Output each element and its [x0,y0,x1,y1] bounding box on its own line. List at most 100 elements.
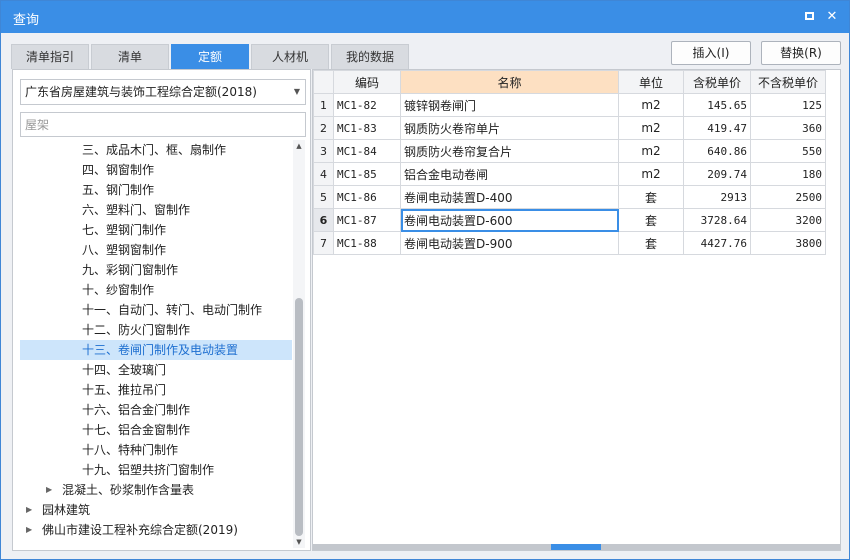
cell-notax-price[interactable]: 360 [750,116,826,140]
table-row[interactable]: 7 MC1-88 卷闸电动装置D-900 套 4427.76 3800 [313,231,826,255]
cell-name[interactable]: 钢质防火卷帘复合片 [400,139,619,163]
table-row[interactable]: 1 MC1-82 镀锌钢卷闸门 m2 145.65 125 [313,93,826,117]
row-index: 3 [313,139,334,163]
tree-scrollbar[interactable]: ▲ ▼ [293,140,305,548]
quota-tree: 三、成品木门、框、扇制作 四、钢窗制作 五、钢门制作 六、塑料门、窗制作 七、塑… [20,140,292,548]
tab-bill[interactable]: 清单 [91,44,169,69]
cell-unit[interactable]: m2 [618,162,684,186]
tree-item[interactable]: 十九、铝塑共挤门窗制作 [20,460,292,480]
row-index: 2 [313,116,334,140]
header-unit[interactable]: 单位 [618,70,684,94]
expand-arrow-icon[interactable]: ▶ [26,520,32,540]
title-bar: 查询 ✕ [1,1,849,33]
cell-code[interactable]: MC1-83 [333,116,401,140]
cell-tax-price[interactable]: 3728.64 [683,208,751,232]
search-input[interactable] [20,112,306,137]
cell-code[interactable]: MC1-88 [333,231,401,255]
cell-notax-price[interactable]: 180 [750,162,826,186]
cell-code[interactable]: MC1-85 [333,162,401,186]
quota-table-panel: 编码 名称 单位 含税单价 不含税单价 1 MC1-82 镀锌钢卷闸门 m2 1… [312,69,841,551]
header-tax-price[interactable]: 含税单价 [683,70,751,94]
expand-arrow-icon[interactable]: ▶ [46,480,52,500]
window-title: 查询 [13,13,40,28]
cell-name[interactable]: 卷闸电动装置D-400 [400,185,619,209]
tree-item[interactable]: 五、钢门制作 [20,180,292,200]
cell-notax-price[interactable]: 3200 [750,208,826,232]
tab-materials[interactable]: 人材机 [251,44,329,69]
tree-item[interactable]: 十五、推拉吊门 [20,380,292,400]
table-row[interactable]: 2 MC1-83 钢质防火卷帘单片 m2 419.47 360 [313,116,826,140]
cell-unit[interactable]: m2 [618,116,684,140]
cell-tax-price[interactable]: 640.86 [683,139,751,163]
row-index: 6 [313,208,334,232]
tree-item[interactable]: 十七、铝合金窗制作 [20,420,292,440]
scroll-up-icon[interactable]: ▲ [293,140,305,152]
quota-library-value: 广东省房屋建筑与装饰工程综合定额(2018) [25,85,257,99]
tree-item[interactable]: 十一、自动门、转门、电动门制作 [20,300,292,320]
cell-unit[interactable]: m2 [618,139,684,163]
maximize-icon[interactable] [800,8,818,26]
cell-code[interactable]: MC1-87 [333,208,401,232]
tree-item[interactable]: 十、纱窗制作 [20,280,292,300]
table-row[interactable]: 3 MC1-84 钢质防火卷帘复合片 m2 640.86 550 [313,139,826,163]
table-row-current[interactable]: 6 MC1-87 卷闸电动装置D-600 套 3728.64 3200 [313,208,826,232]
tree-item-selected[interactable]: 十三、卷闸门制作及电动装置 [20,340,292,360]
horizontal-scrollbar[interactable] [313,544,840,550]
cell-tax-price[interactable]: 145.65 [683,93,751,117]
tree-item[interactable]: 十六、铝合金门制作 [20,400,292,420]
cell-code[interactable]: MC1-86 [333,185,401,209]
cell-name[interactable]: 铝合金电动卷闸 [400,162,619,186]
dropdown-arrow-icon[interactable]: ▼ [294,80,300,104]
tree-item[interactable]: 十二、防火门窗制作 [20,320,292,340]
cell-notax-price[interactable]: 3800 [750,231,826,255]
quota-library-select[interactable]: 广东省房屋建筑与装饰工程综合定额(2018) ▼ [20,79,306,105]
tab-my-data[interactable]: 我的数据 [331,44,409,69]
replace-button[interactable]: 替换(R) [761,41,841,65]
cell-unit[interactable]: 套 [618,208,684,232]
cell-code[interactable]: MC1-84 [333,139,401,163]
cell-tax-price[interactable]: 4427.76 [683,231,751,255]
table-row[interactable]: 4 MC1-85 铝合金电动卷闸 m2 209.74 180 [313,162,826,186]
table-row[interactable]: 5 MC1-86 卷闸电动装置D-400 套 2913 2500 [313,185,826,209]
tree-item[interactable]: 四、钢窗制作 [20,160,292,180]
cell-unit[interactable]: m2 [618,93,684,117]
cell-name[interactable]: 镀锌钢卷闸门 [400,93,619,117]
tree-item[interactable]: 八、塑钢窗制作 [20,240,292,260]
tab-bill-guide[interactable]: 清单指引 [11,44,89,69]
query-dialog: 查询 ✕ 清单指引 清单 定额 人材机 我的数据 插入(I) 替换(R) 广东省… [0,0,850,560]
quota-table: 编码 名称 单位 含税单价 不含税单价 1 MC1-82 镀锌钢卷闸门 m2 1… [313,70,826,255]
cell-tax-price[interactable]: 419.47 [683,116,751,140]
scroll-grip[interactable] [551,544,601,550]
cell-unit[interactable]: 套 [618,185,684,209]
cell-notax-price[interactable]: 550 [750,139,826,163]
tree-item[interactable]: 九、彩钢门窗制作 [20,260,292,280]
tree-item[interactable]: 六、塑料门、窗制作 [20,200,292,220]
tree-item[interactable]: ▶ 混凝土、砂浆制作含量表 [20,480,292,500]
tree-item[interactable]: ▶ 园林建筑 [20,500,292,520]
close-icon[interactable]: ✕ [823,8,841,26]
header-notax-price[interactable]: 不含税单价 [750,70,826,94]
tree-item[interactable]: 三、成品木门、框、扇制作 [20,140,292,160]
tree-item[interactable]: 十四、全玻璃门 [20,360,292,380]
tree-item[interactable]: 十八、特种门制作 [20,440,292,460]
cell-notax-price[interactable]: 2500 [750,185,826,209]
header-index [313,70,334,94]
cell-code[interactable]: MC1-82 [333,93,401,117]
header-code[interactable]: 编码 [333,70,401,94]
tree-item[interactable]: ▶ 佛山市建设工程补充综合定额(2019) [20,520,292,540]
scroll-down-icon[interactable]: ▼ [293,536,305,548]
scroll-thumb[interactable] [295,298,303,536]
table-header-row: 编码 名称 单位 含税单价 不含税单价 [313,70,826,94]
cell-unit[interactable]: 套 [618,231,684,255]
tree-item[interactable]: 七、塑钢门制作 [20,220,292,240]
cell-tax-price[interactable]: 209.74 [683,162,751,186]
header-name[interactable]: 名称 [400,70,619,94]
insert-button[interactable]: 插入(I) [671,41,751,65]
expand-arrow-icon[interactable]: ▶ [26,500,32,520]
cell-tax-price[interactable]: 2913 [683,185,751,209]
cell-notax-price[interactable]: 125 [750,93,826,117]
tab-quota[interactable]: 定额 [171,44,249,69]
cell-name-selected[interactable]: 卷闸电动装置D-600 [400,208,619,232]
cell-name[interactable]: 钢质防火卷帘单片 [400,116,619,140]
cell-name[interactable]: 卷闸电动装置D-900 [400,231,619,255]
